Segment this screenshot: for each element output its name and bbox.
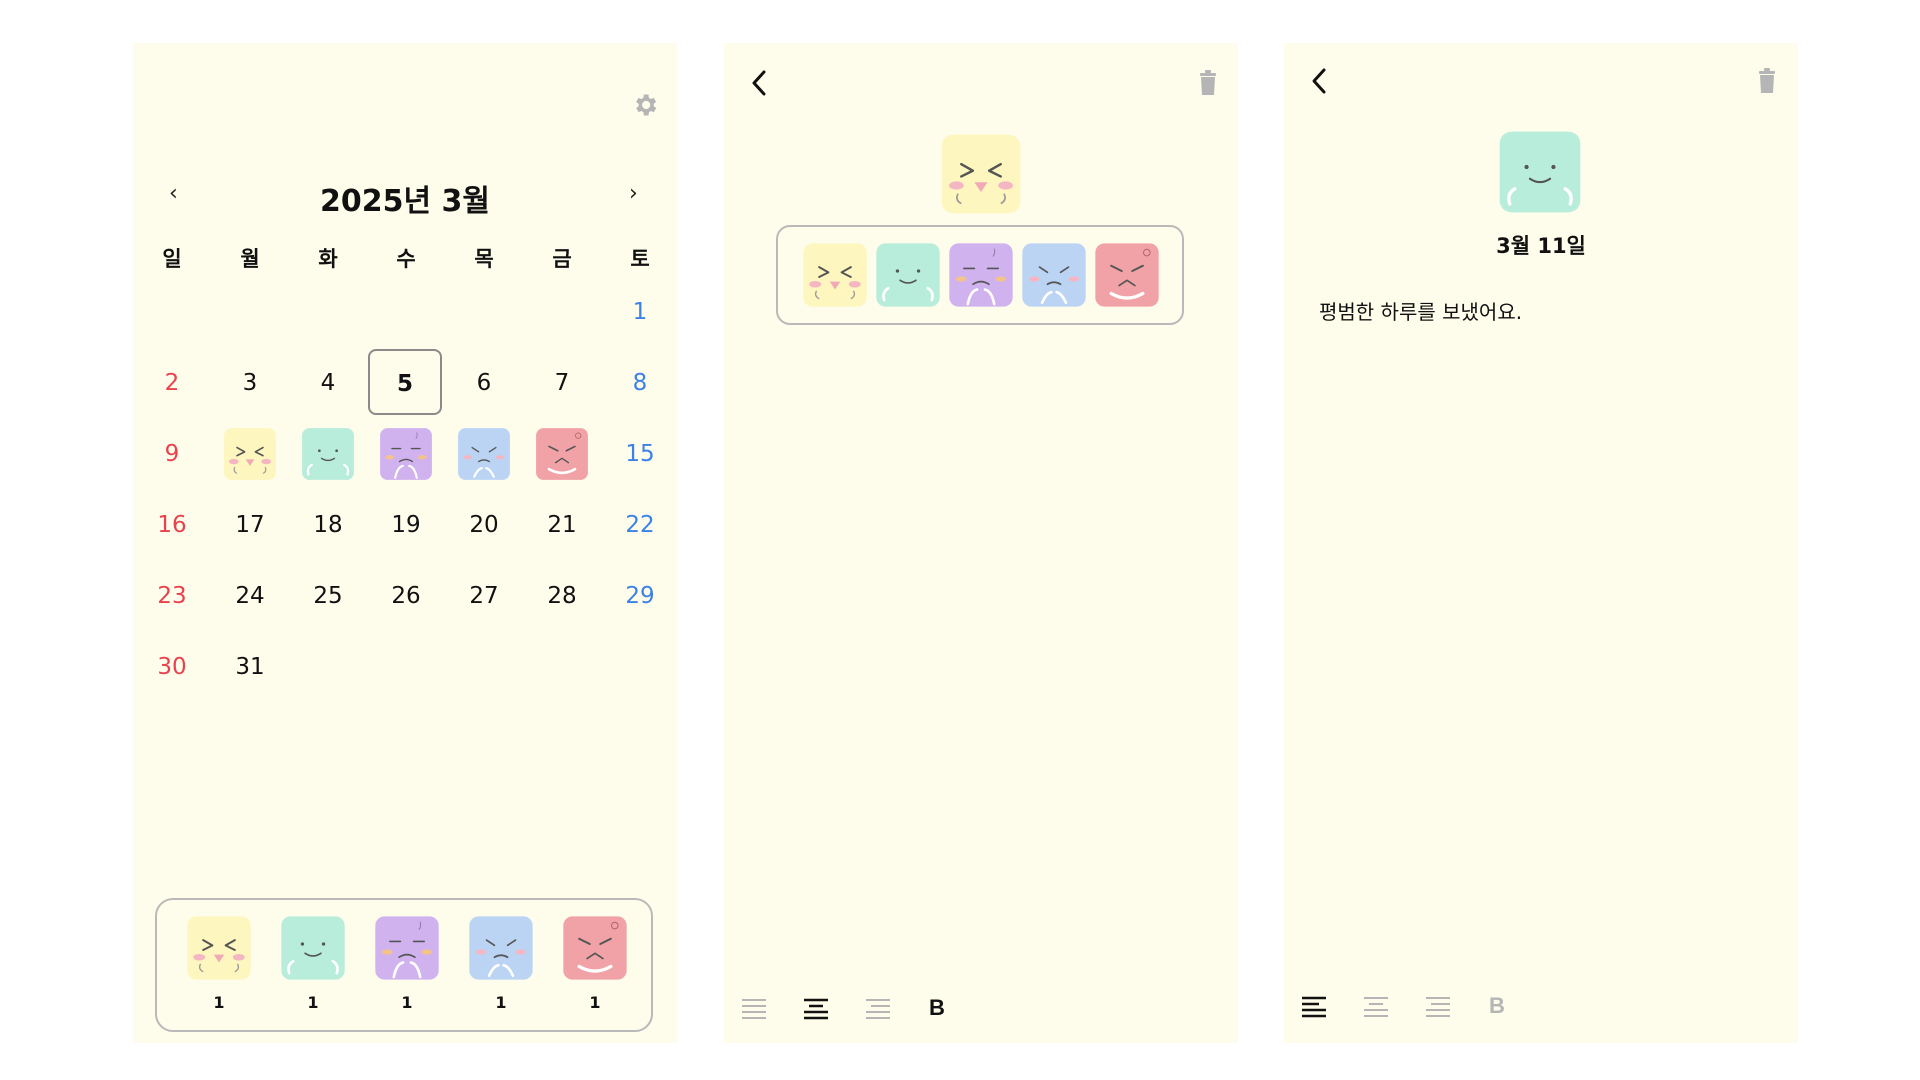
back-arrow-icon[interactable] (1306, 66, 1332, 96)
bold-button[interactable]: B (929, 995, 945, 1021)
day-emotion-angry-icon[interactable] (535, 427, 589, 481)
calendar-day-today[interactable]: 5 (368, 349, 442, 415)
trash-icon[interactable] (1198, 70, 1218, 96)
calendar-day[interactable]: 7 (527, 353, 597, 413)
emotion-option-tired-icon[interactable] (948, 242, 1014, 308)
calendar-day[interactable]: 24 (215, 566, 285, 626)
day-emotion-tired-icon[interactable] (379, 427, 433, 481)
calendar-day[interactable]: 6 (449, 353, 519, 413)
weekday-tue: 화 (318, 247, 338, 271)
summary-count: 1 (589, 993, 601, 1012)
calendar-day[interactable]: 20 (449, 495, 519, 555)
weekday-wed: 수 (396, 247, 416, 271)
day-emotion-calm-icon[interactable] (301, 427, 355, 481)
calendar-day[interactable]: 4 (293, 353, 363, 413)
weekday-sun: 일 (162, 247, 182, 271)
calendar-day[interactable]: 25 (293, 566, 363, 626)
calendar-day[interactable]: 31 (215, 637, 285, 697)
calendar-day[interactable]: 3 (215, 353, 285, 413)
summary-count: 1 (495, 993, 507, 1012)
calendar-day[interactable]: 26 (371, 566, 441, 626)
calm-face-icon (280, 915, 346, 981)
happy-face-icon (186, 915, 252, 981)
weekday-thu: 목 (474, 247, 494, 271)
angry-face-icon (562, 915, 628, 981)
back-arrow-icon[interactable] (746, 68, 772, 98)
calendar-day[interactable]: 23 (137, 566, 207, 626)
emotion-picker (776, 225, 1184, 325)
calendar-day[interactable]: 15 (605, 424, 675, 484)
weekday-mon: 월 (240, 247, 260, 271)
calendar-day[interactable]: 21 (527, 495, 597, 555)
align-center-icon[interactable] (1363, 994, 1389, 1020)
calendar-day[interactable]: 8 (605, 353, 675, 413)
summary-item-tired: 1 (373, 915, 441, 1012)
emotion-option-sad-icon[interactable] (1021, 242, 1087, 308)
calendar-day[interactable]: 17 (215, 495, 285, 555)
trash-icon[interactable] (1757, 68, 1777, 94)
calendar-day[interactable]: 27 (449, 566, 519, 626)
summary-count: 1 (401, 993, 413, 1012)
month-title: 2025년 3월 (319, 184, 490, 219)
calendar-day[interactable]: 2 (137, 353, 207, 413)
calendar-panel: ‹ 2025년 3월 › 일 월 화 수 목 금 토 1 2 3 4 5 6 7… (133, 43, 677, 1043)
align-right-icon[interactable] (865, 996, 891, 1022)
tired-face-icon (374, 915, 440, 981)
emotion-option-calm-icon[interactable] (875, 242, 941, 308)
align-left-icon[interactable] (741, 996, 767, 1022)
entry-emotion-calm-icon (1498, 130, 1582, 214)
emotion-summary: 1 1 1 1 1 (155, 898, 653, 1032)
align-right-icon[interactable] (1425, 994, 1451, 1020)
summary-item-angry: 1 (561, 915, 629, 1012)
calendar-day[interactable]: 16 (137, 495, 207, 555)
calendar-day[interactable]: 18 (293, 495, 363, 555)
entry-detail-panel: 3월 11일 평범한 하루를 보냈어요. B (1284, 43, 1798, 1043)
emotion-option-angry-icon[interactable] (1094, 242, 1160, 308)
align-center-icon[interactable] (803, 996, 829, 1022)
summary-item-calm: 1 (279, 915, 347, 1012)
align-left-icon[interactable] (1301, 994, 1327, 1020)
sad-face-icon (468, 915, 534, 981)
selected-emotion-happy-icon (940, 133, 1022, 215)
next-month-button[interactable]: › (629, 181, 638, 206)
day-emotion-sad-icon[interactable] (457, 427, 511, 481)
calendar-day[interactable]: 29 (605, 566, 675, 626)
entry-date: 3월 11일 (1496, 234, 1586, 258)
calendar-day[interactable]: 19 (371, 495, 441, 555)
weekday-sat: 토 (630, 247, 650, 271)
calendar-day[interactable]: 28 (527, 566, 597, 626)
gear-icon[interactable] (631, 91, 659, 119)
bold-button[interactable]: B (1489, 993, 1505, 1019)
summary-item-happy: 1 (185, 915, 253, 1012)
entry-text[interactable]: 평범한 하루를 보냈어요. (1319, 296, 1522, 325)
calendar-day[interactable]: 1 (605, 282, 675, 342)
emotion-option-happy-icon[interactable] (802, 242, 868, 308)
summary-count: 1 (307, 993, 319, 1012)
summary-item-sad: 1 (467, 915, 535, 1012)
calendar-day[interactable]: 22 (605, 495, 675, 555)
calendar-day[interactable]: 9 (137, 424, 207, 484)
weekday-fri: 금 (552, 247, 572, 271)
entry-editor-panel: B (724, 43, 1238, 1043)
calendar-day[interactable]: 30 (137, 637, 207, 697)
summary-count: 1 (213, 993, 225, 1012)
day-emotion-happy-icon[interactable] (223, 427, 277, 481)
